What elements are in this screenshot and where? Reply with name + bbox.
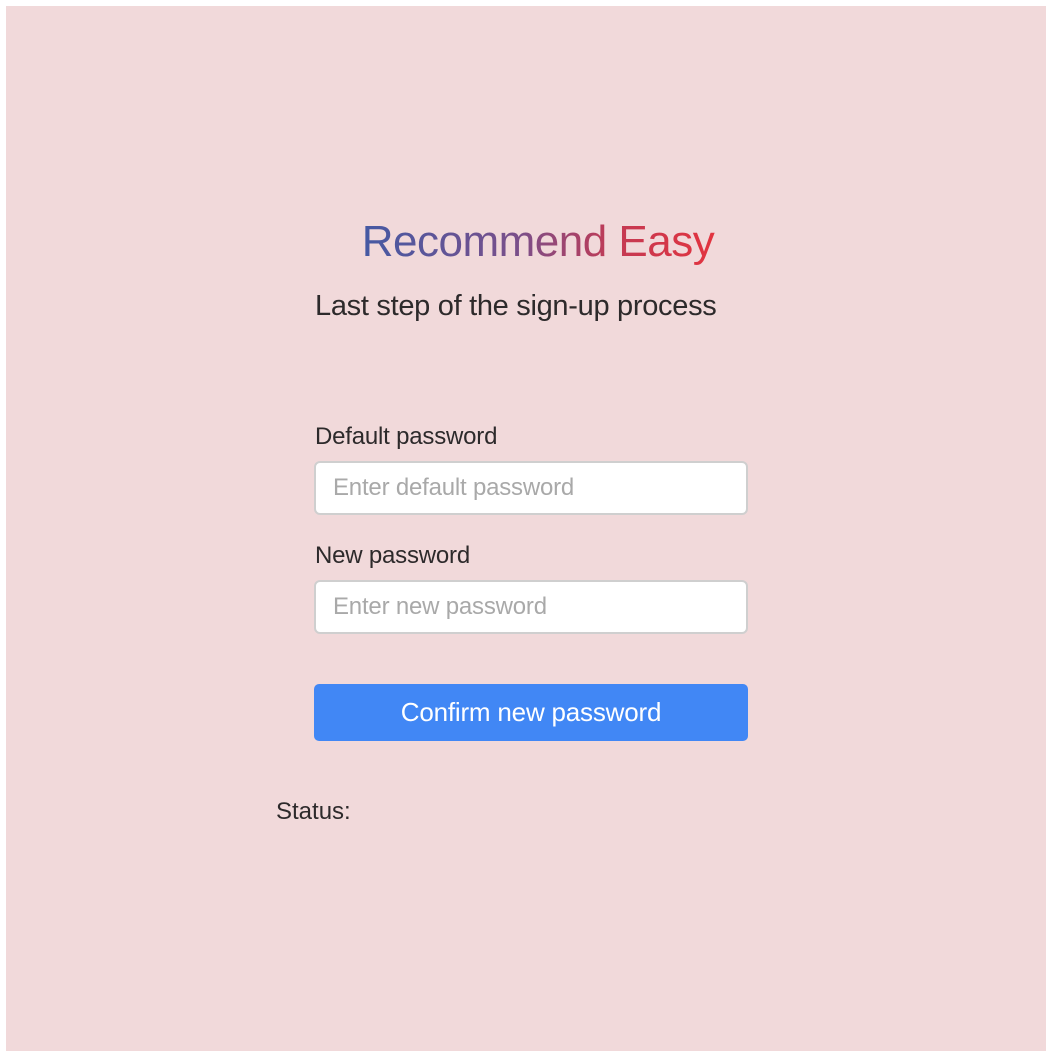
default-password-input[interactable] [314,461,748,515]
page-subtitle: Last step of the sign-up process [315,290,717,322]
new-password-label: New password [315,542,470,569]
app-title: Recommend Easy [343,216,733,268]
confirm-password-button[interactable]: Confirm new password [314,684,748,741]
default-password-label: Default password [315,423,498,450]
signup-page: Recommend Easy Last step of the sign-up … [6,6,1046,1051]
new-password-input[interactable] [314,580,748,634]
status-label: Status: [276,798,351,825]
